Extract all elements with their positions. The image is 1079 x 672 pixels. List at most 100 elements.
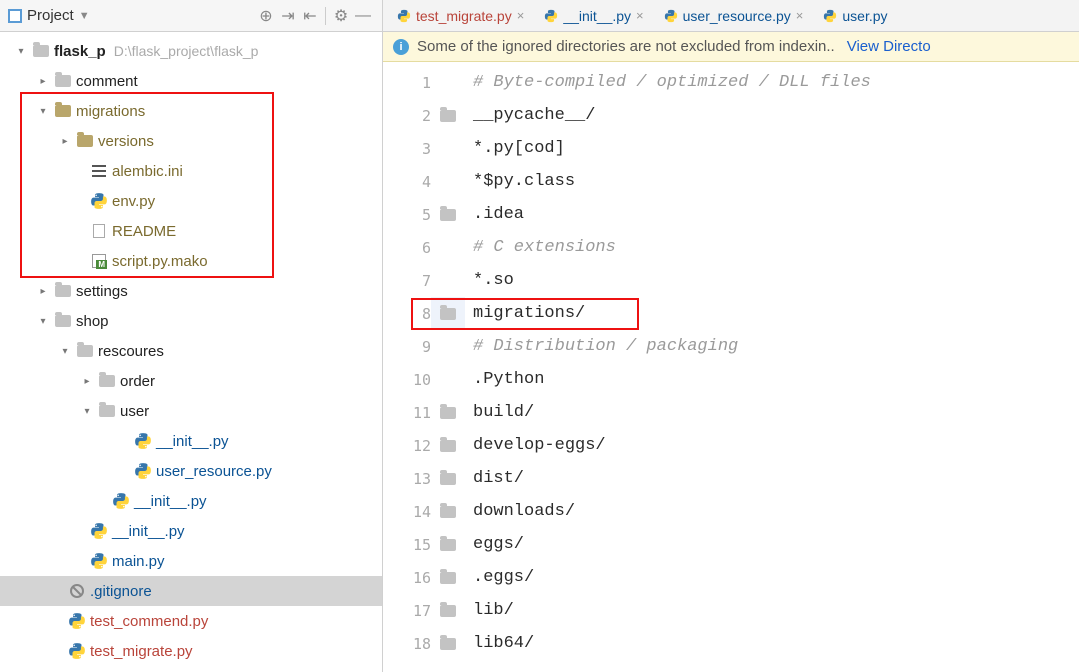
gutter-icon <box>431 308 465 320</box>
line-number: 11 <box>383 404 431 422</box>
code-line[interactable]: 15eggs/ <box>383 528 1079 561</box>
python-icon <box>134 462 152 480</box>
tree-item-readme[interactable]: README <box>0 216 382 246</box>
tree-item-order[interactable]: ▸ order <box>0 366 382 396</box>
line-number: 7 <box>383 272 431 290</box>
code-text: # Distribution / packaging <box>465 337 738 356</box>
tree-item-user[interactable]: ▾ user <box>0 396 382 426</box>
code-line[interactable]: 2__pycache__/ <box>383 99 1079 132</box>
code-line[interactable]: 6 # C extensions <box>383 231 1079 264</box>
line-number: 13 <box>383 470 431 488</box>
gutter-icon <box>431 440 465 452</box>
chevron-right-icon[interactable]: ▸ <box>36 76 50 87</box>
chevron-down-icon: ▼ <box>79 10 90 22</box>
chevron-down-icon[interactable]: ▾ <box>58 346 72 357</box>
tree-item-env[interactable]: env.py <box>0 186 382 216</box>
project-tree[interactable]: ▾ flask_p D:\flask_project\flask_p ▸ com… <box>0 32 382 670</box>
collapse-icon[interactable]: ⇤ <box>299 5 321 27</box>
code-line[interactable]: 8migrations/ <box>383 297 1079 330</box>
code-line[interactable]: 17lib/ <box>383 594 1079 627</box>
code-text: # Byte-compiled / optimized / DLL files <box>465 73 871 92</box>
code-text: dist/ <box>465 469 524 488</box>
tree-item-main[interactable]: main.py <box>0 546 382 576</box>
project-label: Project <box>27 7 74 24</box>
chevron-down-icon[interactable]: ▾ <box>14 46 28 57</box>
chevron-down-icon[interactable]: ▾ <box>36 106 50 117</box>
tree-item-user-init[interactable]: __init__.py <box>0 426 382 456</box>
tab-test-migrate[interactable]: test_migrate.py × <box>387 0 534 31</box>
code-line[interactable]: 13 dist/ <box>383 462 1079 495</box>
tree-item-comment[interactable]: ▸ comment <box>0 66 382 96</box>
code-line[interactable]: 10.Python <box>383 363 1079 396</box>
editor-tabs: test_migrate.py × __init__.py × user_res… <box>383 0 1079 32</box>
tree-item-test-migrate[interactable]: test_migrate.py <box>0 636 382 666</box>
tree-root[interactable]: ▾ flask_p D:\flask_project\flask_p <box>0 36 382 66</box>
tree-item-rescoures-init[interactable]: __init__.py <box>0 486 382 516</box>
close-icon[interactable]: × <box>517 8 525 23</box>
gear-icon[interactable]: ⚙ <box>330 5 352 27</box>
locate-icon[interactable]: ⊕ <box>255 5 277 27</box>
tab-user[interactable]: user.py <box>813 0 897 31</box>
gutter-icon <box>431 110 465 122</box>
tree-item-user-resource[interactable]: user_resource.py <box>0 456 382 486</box>
tree-item-migrations[interactable]: ▾ migrations <box>0 96 382 126</box>
tree-item-script-mako[interactable]: script.py.mako <box>0 246 382 276</box>
tree-item-settings[interactable]: ▸ settings <box>0 276 382 306</box>
notification-link[interactable]: View Directo <box>847 38 931 55</box>
info-icon: i <box>393 39 409 55</box>
minimize-icon[interactable]: — <box>352 5 374 27</box>
code-line[interactable]: 11build/ <box>383 396 1079 429</box>
tab-user-resource[interactable]: user_resource.py × <box>654 0 814 31</box>
code-line[interactable]: 16 .eggs/ <box>383 561 1079 594</box>
code-text: migrations/ <box>465 304 585 323</box>
tree-item-versions[interactable]: ▸ versions <box>0 126 382 156</box>
code-text: downloads/ <box>465 502 575 521</box>
code-line[interactable]: 18lib64/ <box>383 627 1079 660</box>
line-number: 9 <box>383 338 431 356</box>
close-icon[interactable]: × <box>796 8 804 23</box>
line-number: 6 <box>383 239 431 257</box>
code-text: # C extensions <box>465 238 616 257</box>
code-line[interactable]: 5.idea <box>383 198 1079 231</box>
gutter-icon <box>431 506 465 518</box>
code-line[interactable]: 14 downloads/ <box>383 495 1079 528</box>
line-number: 5 <box>383 206 431 224</box>
line-number: 16 <box>383 569 431 587</box>
python-icon <box>68 642 86 660</box>
expand-icon[interactable]: ⇥ <box>277 5 299 27</box>
gitignore-icon <box>68 582 86 600</box>
chevron-right-icon[interactable]: ▸ <box>58 136 72 147</box>
notification-bar: i Some of the ignored directories are no… <box>383 32 1079 62</box>
tree-item-shop-init[interactable]: __init__.py <box>0 516 382 546</box>
chevron-down-icon[interactable]: ▾ <box>36 316 50 327</box>
code-line[interactable]: 7*.so <box>383 264 1079 297</box>
code-text: *.py[cod] <box>465 139 565 158</box>
chevron-right-icon[interactable]: ▸ <box>36 286 50 297</box>
code-text: develop-eggs/ <box>465 436 606 455</box>
line-number: 14 <box>383 503 431 521</box>
python-icon <box>90 192 108 210</box>
close-icon[interactable]: × <box>636 8 644 23</box>
code-line[interactable]: 12develop-eggs/ <box>383 429 1079 462</box>
tree-item-test-commend[interactable]: test_commend.py <box>0 606 382 636</box>
code-line[interactable]: 4*$py.class <box>383 165 1079 198</box>
line-number: 3 <box>383 140 431 158</box>
code-editor[interactable]: 1# Byte-compiled / optimized / DLL files… <box>383 62 1079 660</box>
tree-item-shop[interactable]: ▾ shop <box>0 306 382 336</box>
python-icon <box>823 9 837 23</box>
tree-item-gitignore[interactable]: .gitignore <box>0 576 382 606</box>
code-line[interactable]: 1# Byte-compiled / optimized / DLL files <box>383 66 1079 99</box>
code-line[interactable]: 3 *.py[cod] <box>383 132 1079 165</box>
tab-init[interactable]: __init__.py × <box>534 0 653 31</box>
project-dropdown[interactable]: Project ▼ <box>8 7 90 24</box>
tree-item-rescoures[interactable]: ▾ rescoures <box>0 336 382 366</box>
gutter-icon <box>431 407 465 419</box>
tree-item-alembic[interactable]: alembic.ini <box>0 156 382 186</box>
code-text: .eggs/ <box>465 568 534 587</box>
chevron-right-icon[interactable]: ▸ <box>80 376 94 387</box>
python-icon <box>112 492 130 510</box>
project-toolbar: Project ▼ ⊕ ⇥ ⇤ ⚙ — <box>0 0 382 32</box>
code-line[interactable]: 9 # Distribution / packaging <box>383 330 1079 363</box>
chevron-down-icon[interactable]: ▾ <box>80 406 94 417</box>
code-text: *$py.class <box>465 172 575 191</box>
